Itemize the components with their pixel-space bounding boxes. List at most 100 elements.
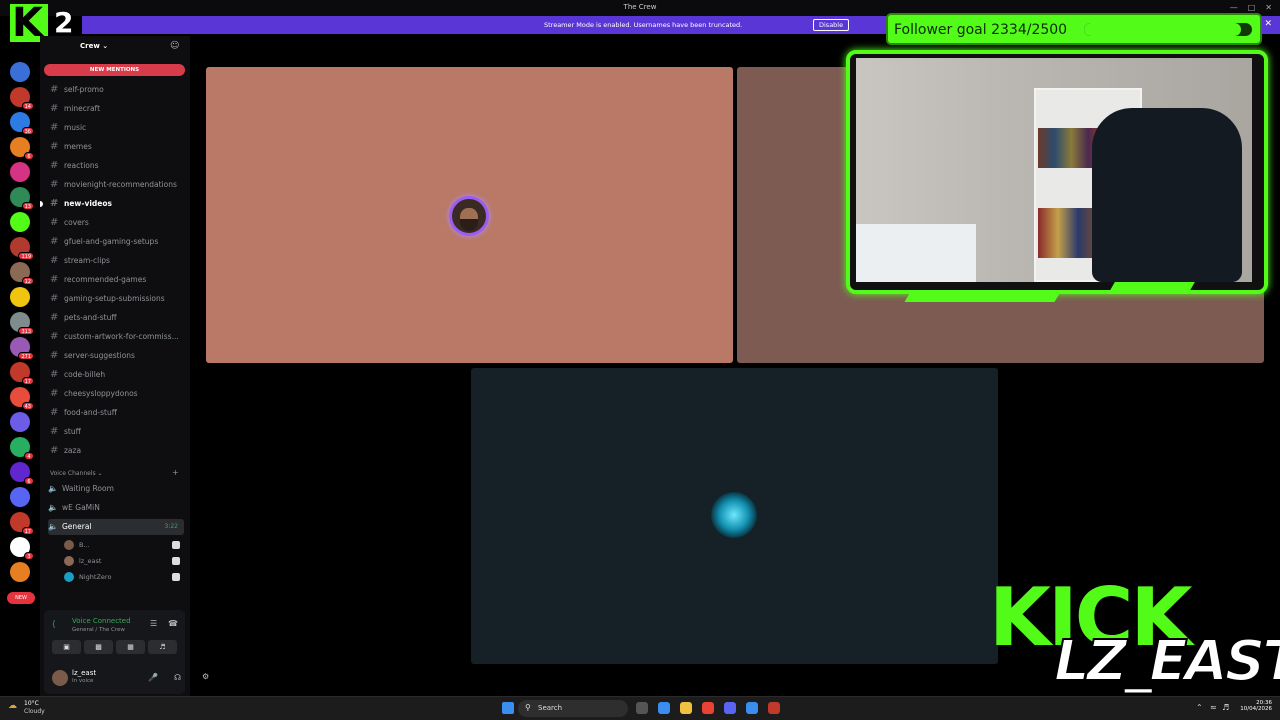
weather-condition: Cloudy: [24, 708, 45, 715]
hash-icon: #: [50, 369, 59, 380]
server-icon[interactable]: [10, 162, 30, 182]
volume-icon[interactable]: ♬: [1222, 703, 1229, 712]
channel-minecraft[interactable]: # minecraft: [50, 101, 184, 117]
channel-code-billeh[interactable]: # code-billeh: [50, 367, 184, 383]
server-name-dropdown[interactable]: Crew ⌄: [80, 42, 108, 50]
server-icon[interactable]: 313: [10, 312, 34, 335]
streaming-icon: [172, 557, 180, 565]
server-icon[interactable]: [10, 62, 30, 82]
channel-new-videos[interactable]: # new-videos: [50, 196, 184, 212]
server-icon[interactable]: [10, 412, 30, 432]
server-icon[interactable]: 4: [10, 437, 34, 460]
new-mentions-button[interactable]: NEW MENTIONS: [44, 64, 185, 76]
channel-food-and-stuff[interactable]: # food-and-stuff: [50, 405, 184, 421]
server-icon[interactable]: 17: [10, 362, 34, 385]
search-icon: ⚲: [525, 703, 531, 712]
channel-stream-clips[interactable]: # stream-clips: [50, 253, 184, 269]
close-icon[interactable]: ✕: [1265, 3, 1272, 12]
server-icon[interactable]: 271: [10, 337, 34, 360]
channel-covers[interactable]: # covers: [50, 215, 184, 231]
voice-channel-waiting-room[interactable]: 🔈 Waiting Room: [48, 481, 184, 497]
channel-reactions[interactable]: # reactions: [50, 158, 184, 174]
channel-self-promo[interactable]: # self-promo: [50, 82, 184, 98]
disconnect-icon[interactable]: ☎: [168, 619, 178, 628]
headphones-icon[interactable]: ☊: [174, 673, 181, 682]
add-channel-icon[interactable]: +: [172, 468, 179, 477]
invite-people-icon[interactable]: ☺: [170, 41, 179, 51]
clock-date: 10/04/2026: [1240, 706, 1272, 712]
noise-suppression-icon[interactable]: ☰: [150, 619, 157, 628]
wifi-icon[interactable]: ≈: [1210, 703, 1217, 712]
server-icon[interactable]: 3: [10, 537, 34, 560]
taskbar-search[interactable]: ⚲ Search: [518, 700, 628, 717]
microphone-icon[interactable]: 🎤: [148, 673, 158, 682]
server-icon[interactable]: 12: [10, 262, 34, 285]
video-tile-b[interactable]: [206, 67, 733, 363]
camera-button[interactable]: ▣: [52, 640, 81, 654]
disable-button[interactable]: Disable: [813, 19, 850, 31]
channel-zaza[interactable]: # zaza: [50, 443, 184, 459]
channel-recommended-games[interactable]: # recommended-games: [50, 272, 184, 288]
new-pill[interactable]: NEW: [7, 592, 35, 604]
weather-icon[interactable]: ☁: [8, 701, 17, 711]
server-icon[interactable]: 6: [10, 462, 34, 485]
server-icon[interactable]: 13: [10, 187, 34, 210]
copilot-icon[interactable]: [658, 702, 670, 714]
channel-movienight-recommendations[interactable]: # movienight-recommendations: [50, 177, 184, 193]
chrome-icon[interactable]: [702, 702, 714, 714]
server-badge: 17: [21, 377, 34, 385]
server-icon[interactable]: [10, 212, 30, 232]
activities-button[interactable]: ▦: [116, 640, 145, 654]
voice-user[interactable]: lz_east: [64, 554, 184, 568]
server-badge: 43: [21, 402, 34, 410]
channel-music[interactable]: # music: [50, 120, 184, 136]
voice-user[interactable]: NightZero: [64, 570, 184, 584]
soundboard-button[interactable]: ♬: [148, 640, 177, 654]
channel-pets-and-stuff[interactable]: # pets-and-stuff: [50, 310, 184, 326]
file-explorer-icon[interactable]: [680, 702, 692, 714]
server-icon[interactable]: [10, 287, 30, 307]
channel-custom-artwork-for-commiss[interactable]: # custom-artwork-for-commiss...: [50, 329, 184, 345]
voice-user[interactable]: B...: [64, 538, 184, 552]
server-icon[interactable]: 119: [10, 237, 34, 260]
hash-icon: #: [50, 84, 59, 95]
server-icon[interactable]: [10, 487, 30, 507]
channel-server-suggestions[interactable]: # server-suggestions: [50, 348, 184, 364]
voice-channel-general[interactable]: 🔈 General 3:22: [48, 519, 184, 535]
server-icon[interactable]: 14: [10, 87, 34, 110]
maximize-icon[interactable]: □: [1248, 3, 1256, 12]
channel-memes[interactable]: # memes: [50, 139, 184, 155]
discord-icon[interactable]: [724, 702, 736, 714]
clock[interactable]: 20:36 10/04/2026: [1238, 700, 1272, 712]
hash-icon: #: [50, 293, 59, 304]
channel-stuff[interactable]: # stuff: [50, 424, 184, 440]
follower-goal-text: Follower goal 2334/2500: [894, 22, 1068, 38]
server-icon[interactable]: 17: [10, 512, 34, 535]
screen-share-button[interactable]: ▩: [84, 640, 113, 654]
channel-gaming-setup-submissions[interactable]: # gaming-setup-submissions: [50, 291, 184, 307]
start-button[interactable]: [502, 702, 514, 714]
hash-icon: #: [50, 407, 59, 418]
channel-label: pets-and-stuff: [64, 313, 117, 322]
voice-channels-category[interactable]: Voice Channels ⌄: [50, 470, 103, 477]
chevron-up-icon[interactable]: ⌃: [1196, 703, 1203, 712]
hash-icon: #: [50, 141, 59, 152]
app-icon[interactable]: [746, 702, 758, 714]
obs-icon[interactable]: [768, 702, 780, 714]
task-view-icon[interactable]: [636, 702, 648, 714]
server-icon[interactable]: [10, 562, 30, 582]
voice-channel-we-gamin[interactable]: 🔈 wE GaMiN: [48, 500, 184, 516]
server-icon[interactable]: 36: [10, 112, 34, 135]
signal-icon[interactable]: ⟨: [52, 620, 56, 630]
channel-gfuel-and-gaming-setups[interactable]: # gfuel-and-gaming-setups: [50, 234, 184, 250]
server-icon[interactable]: 43: [10, 387, 34, 410]
banner-close-icon[interactable]: ✕: [1264, 19, 1272, 29]
voice-location[interactable]: General / The Crew: [72, 627, 125, 633]
minimize-icon[interactable]: —: [1230, 3, 1238, 12]
gear-icon[interactable]: ⚙: [202, 672, 209, 681]
avatar[interactable]: [52, 670, 68, 686]
channel-cheesysloppydonos[interactable]: # cheesysloppydonos: [50, 386, 184, 402]
video-tile-nightzero[interactable]: [471, 368, 998, 664]
server-icon[interactable]: 6: [10, 137, 34, 160]
channel-label: gaming-setup-submissions: [64, 294, 165, 303]
